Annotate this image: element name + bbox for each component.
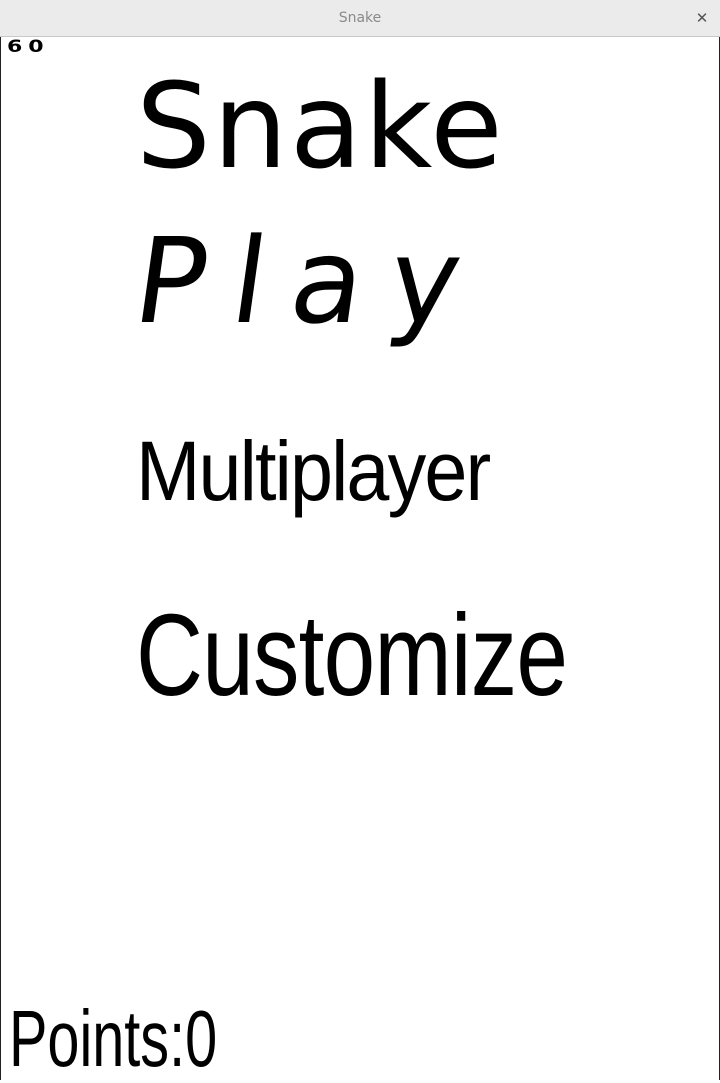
close-icon[interactable]: ✕ <box>692 8 712 28</box>
multiplayer-button[interactable]: Multiplayer <box>136 429 491 513</box>
fps-counter: 60 <box>7 37 50 57</box>
customize-button[interactable]: Customize <box>136 597 568 713</box>
window-title: Snake <box>338 10 382 26</box>
game-title: Snake <box>136 57 505 195</box>
game-window: Snake ✕ 60 Snake Play Multiplayer Custom… <box>0 0 720 1080</box>
play-button[interactable]: Play <box>126 212 495 350</box>
game-canvas[interactable]: 60 Snake Play Multiplayer Customize Poin… <box>0 37 720 1080</box>
points-counter: Points:0 <box>9 994 218 1083</box>
title-bar[interactable]: Snake ✕ <box>0 0 720 37</box>
